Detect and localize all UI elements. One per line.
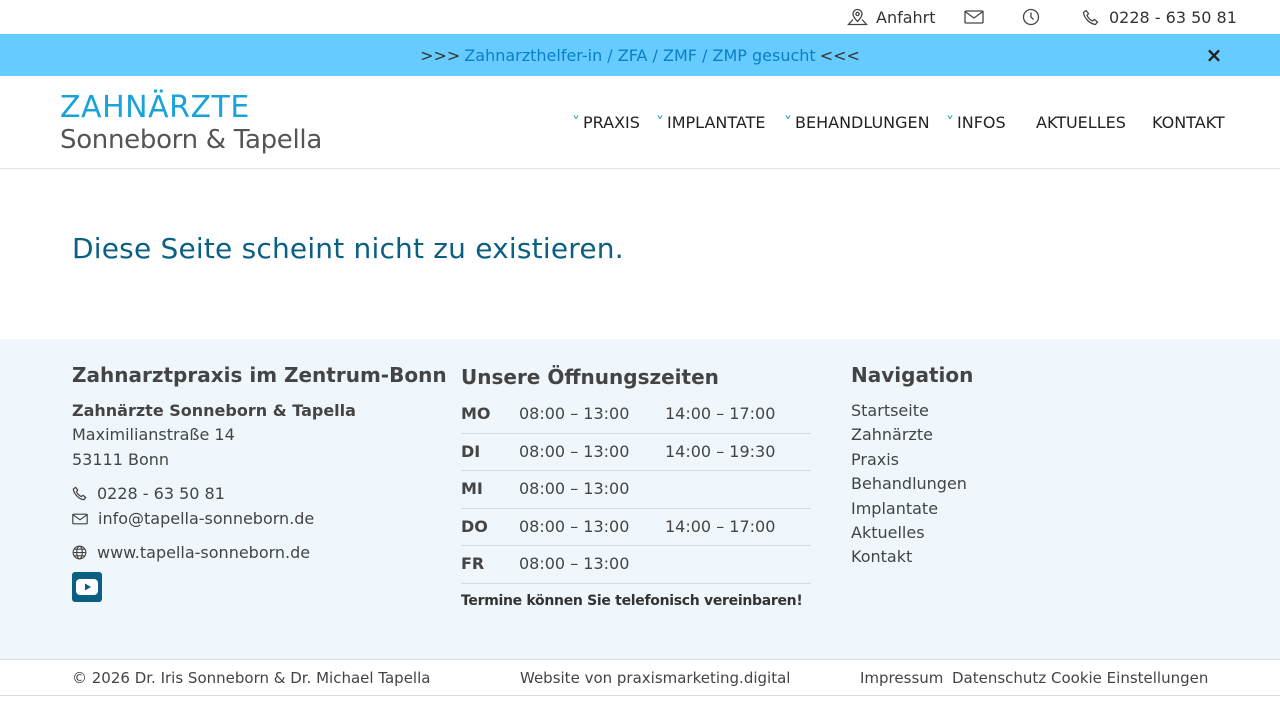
hours-row: DI 08:00 – 13:00 14:00 – 19:30 [461,434,811,471]
directions-link[interactable]: Anfahrt [847,0,936,34]
hours-morning: 08:00 – 13:00 [519,441,630,461]
announcement-bar: >>> Zahnarzthelfer-in / ZFA / ZMF / ZMP … [0,34,1280,76]
nav-praxis[interactable]: ˅ PRAXIS [572,76,640,169]
logo-line-1: ZAHNÄRZTE [60,90,250,125]
nav-kontakt[interactable]: KONTAKT [1152,76,1225,169]
footer-contact-heading: Zahnarztpraxis im Zentrum-Bonn [72,363,447,387]
footer-link-startseite[interactable]: Startseite [851,401,929,420]
hours-morning: 08:00 – 13:00 [519,404,630,423]
nav-label: BEHANDLUNGEN [795,113,930,132]
footer-link-aktuelles[interactable]: Aktuelles [851,523,925,542]
address-city: 53111 Bonn [72,450,170,469]
agency-credit-link[interactable]: Website von praxismarketing.digital [520,669,790,687]
opening-hours-link[interactable] [1022,0,1040,34]
announcement-prefix: >>> [420,45,461,65]
email-link[interactable] [964,0,984,34]
appointment-note: Termine können Sie telefonisch vereinbar… [461,593,803,609]
clock-icon [1022,8,1040,26]
chevron-down-icon: ˅ [572,113,580,132]
copyright-text: © 2026 Dr. Iris Sonneborn & Dr. Michael … [72,669,431,687]
youtube-button[interactable] [72,572,102,602]
nav-label: INFOS [957,113,1006,132]
opening-hours-table: MO 08:00 – 13:00 14:00 – 17:00 DI 08:00 … [461,396,811,584]
bottom-bar: © 2026 Dr. Iris Sonneborn & Dr. Michael … [0,659,1280,696]
footer-link-kontakt[interactable]: Kontakt [851,547,912,566]
site-header: ZAHNÄRZTE Sonneborn & Tapella ˅ PRAXIS ˅… [0,76,1280,169]
globe-icon [72,545,87,560]
hours-morning: 08:00 – 13:00 [519,554,630,573]
hours-morning: 08:00 – 13:00 [519,479,630,498]
footer-email-text: info@tapella-sonneborn.de [98,509,315,528]
hours-row: FR 08:00 – 13:00 [461,546,811,584]
nav-label: IMPLANTATE [667,113,766,132]
phone-icon [72,486,87,501]
footer-link-praxis[interactable]: Praxis [851,450,899,469]
hours-day: DI [461,441,481,461]
youtube-icon [76,579,98,595]
site-footer: Zahnarztpraxis im Zentrum-Bonn Zahnärzte… [0,339,1280,659]
footer-email-link[interactable]: info@tapella-sonneborn.de [72,509,314,528]
hours-morning: 08:00 – 13:00 [519,516,630,536]
footer-phone-link[interactable]: 0228 - 63 50 81 [72,484,225,503]
nav-label: AKTUELLES [1036,113,1126,132]
phone-link[interactable]: 0228 - 63 50 81 [1082,0,1237,34]
hours-row: DO 08:00 – 13:00 14:00 – 17:00 [461,509,811,546]
phone-number: 0228 - 63 50 81 [1109,7,1237,27]
practice-name: Zahnärzte Sonneborn & Tapella [72,401,356,420]
nav-behandlungen[interactable]: ˅ BEHANDLUNGEN [784,76,930,169]
envelope-icon [72,513,88,524]
directions-label: Anfahrt [876,7,936,27]
job-offer-link[interactable]: Zahnarzthelfer-in / ZFA / ZMF / ZMP gesu… [464,46,815,65]
chevron-down-icon: ˅ [784,113,792,132]
top-bar: Anfahrt 0228 - 63 50 81 [0,0,1280,34]
datenschutz-link[interactable]: Datenschutz [952,669,1046,687]
hours-afternoon: 14:00 – 17:00 [665,404,776,423]
hours-row: MI 08:00 – 13:00 [461,471,811,509]
footer-navigation-heading: Navigation [851,363,974,387]
nav-infos[interactable]: ˅ INFOS [946,76,1006,169]
logo-line-2: Sonneborn & Tapella [60,125,322,155]
site-logo[interactable]: ZAHNÄRZTE Sonneborn & Tapella [60,90,322,154]
chevron-down-icon: ˅ [946,113,954,132]
envelope-icon [964,10,984,24]
cookie-settings-link[interactable]: Cookie Einstellungen [1051,669,1208,687]
impressum-link[interactable]: Impressum [860,669,943,687]
hours-day: MO [461,404,491,423]
hours-row: MO 08:00 – 13:00 14:00 – 17:00 [461,396,811,434]
nav-label: PRAXIS [583,113,640,132]
footer-link-behandlungen[interactable]: Behandlungen [851,474,967,493]
footer-phone-text: 0228 - 63 50 81 [97,484,225,503]
footer-link-zahnaerzte[interactable]: Zahnärzte [851,425,933,444]
hours-day: MI [461,479,483,498]
map-pin-icon [847,8,868,26]
close-icon[interactable]: × [1204,45,1224,65]
footer-link-implantate[interactable]: Implantate [851,499,938,518]
footer-website-text: www.tapella-sonneborn.de [97,543,311,562]
page-title: Diese Seite scheint nicht zu existieren. [72,232,624,265]
hours-afternoon: 14:00 – 19:30 [665,441,776,461]
nav-aktuelles[interactable]: AKTUELLES [1036,76,1126,169]
hours-day: FR [461,554,485,573]
nav-implantate[interactable]: ˅ IMPLANTATE [656,76,765,169]
nav-label: KONTAKT [1152,113,1225,132]
address-street: Maximilianstraße 14 [72,425,235,444]
hours-day: DO [461,516,488,536]
chevron-down-icon: ˅ [656,113,664,132]
phone-icon [1082,9,1099,25]
footer-website-link[interactable]: www.tapella-sonneborn.de [72,543,310,562]
footer-hours-heading: Unsere Öffnungszeiten [461,365,719,389]
hours-afternoon: 14:00 – 17:00 [665,516,776,536]
announcement-suffix: <<< [819,45,860,65]
